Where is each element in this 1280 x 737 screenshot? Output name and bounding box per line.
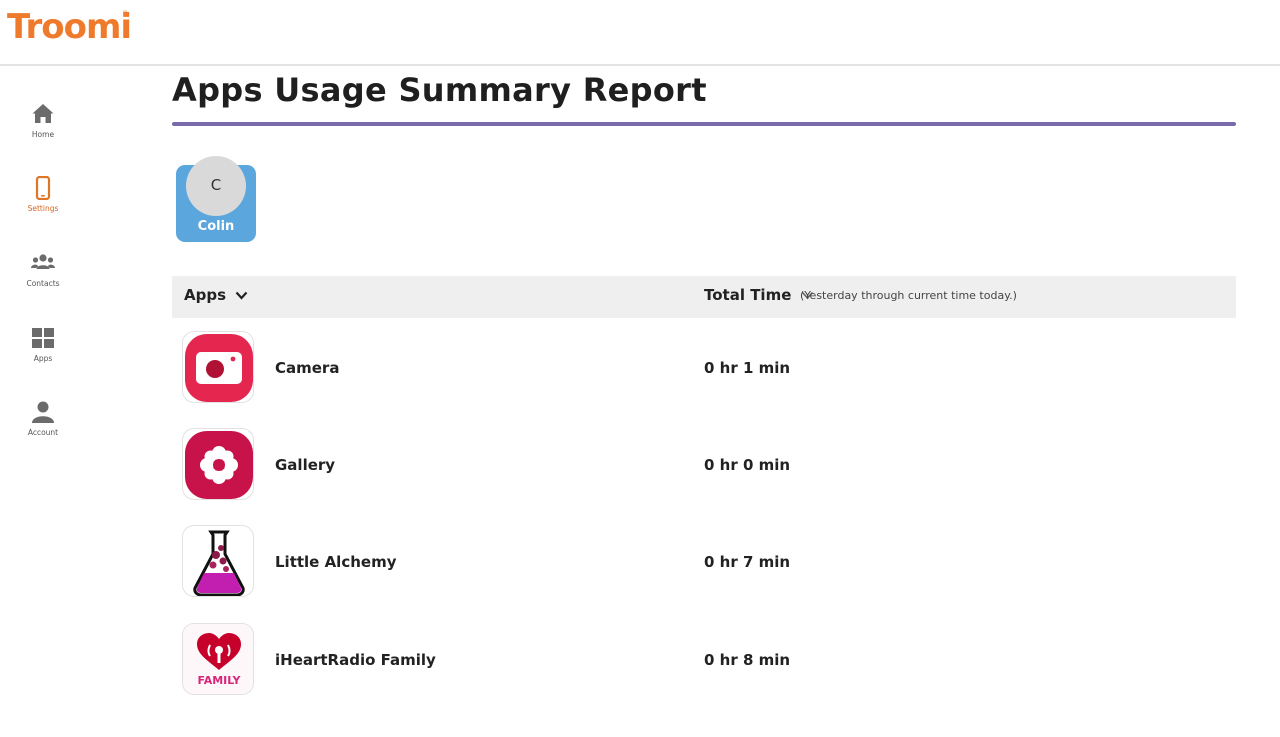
table-row[interactable]: Gallery 0 hr 0 min xyxy=(172,428,1236,508)
app-name: Little Alchemy xyxy=(275,553,397,571)
table-row[interactable]: FAMILY iHeartRadio Family 0 hr 8 min xyxy=(172,623,1236,703)
app-name: iHeartRadio Family xyxy=(275,651,436,669)
sidebar-item-label: Settings xyxy=(27,204,59,213)
trademark-mark: ™ xyxy=(122,10,128,17)
table-row[interactable]: Little Alchemy 0 hr 7 min xyxy=(172,525,1236,605)
top-bar: Troomi ™ xyxy=(0,0,1280,66)
title-divider xyxy=(172,122,1236,126)
contacts-icon xyxy=(31,254,55,269)
apps-grid-icon xyxy=(32,328,54,348)
iheartradio-family-app-icon: FAMILY xyxy=(182,623,254,695)
sidebar-item-label: Account xyxy=(27,428,59,437)
sidebar-item-home[interactable]: Home xyxy=(13,102,73,162)
account-icon xyxy=(32,401,54,423)
app-usage-time: 0 hr 0 min xyxy=(704,456,791,474)
avatar: C xyxy=(186,156,246,216)
table-header: Apps Total Time (Yesterday through curre… xyxy=(172,276,1236,318)
chevron-down-icon xyxy=(235,291,248,300)
app-usage-time: 0 hr 8 min xyxy=(704,651,791,669)
little-alchemy-app-icon xyxy=(182,525,254,597)
sidebar-item-label: Contacts xyxy=(26,279,60,288)
apps-column-label: Apps xyxy=(184,286,227,304)
time-range-note: (Yesterday through current time today.) xyxy=(800,289,1017,302)
sidebar-item-label: Home xyxy=(31,130,55,139)
app-usage-time: 0 hr 1 min xyxy=(704,359,791,377)
gallery-app-icon xyxy=(182,428,254,500)
page-title: Apps Usage Summary Report xyxy=(172,71,707,109)
camera-app-icon xyxy=(182,331,254,403)
table-row[interactable]: Camera 0 hr 1 min xyxy=(172,331,1236,411)
home-icon xyxy=(32,104,54,123)
apps-column-header[interactable]: Apps xyxy=(184,286,248,304)
total-time-column-label: Total Time xyxy=(704,286,792,304)
troomi-logo[interactable]: Troomi xyxy=(7,7,132,47)
phone-icon xyxy=(35,176,51,200)
iheartradio-family-wordmark: FAMILY xyxy=(197,674,241,687)
user-card[interactable]: C Colin xyxy=(176,156,256,242)
sidebar-item-contacts[interactable]: Contacts xyxy=(13,251,73,311)
user-name: Colin xyxy=(197,219,235,234)
app-name: Gallery xyxy=(275,456,336,474)
sidebar-item-account[interactable]: Account xyxy=(13,400,73,460)
total-time-column-header[interactable]: Total Time xyxy=(704,286,814,304)
app-name: Camera xyxy=(275,359,340,377)
sidebar-item-apps[interactable]: Apps xyxy=(13,326,73,386)
app-usage-time: 0 hr 7 min xyxy=(704,553,791,571)
sidebar-item-label: Apps xyxy=(33,354,53,363)
sidebar-item-settings[interactable]: Settings xyxy=(13,176,73,236)
